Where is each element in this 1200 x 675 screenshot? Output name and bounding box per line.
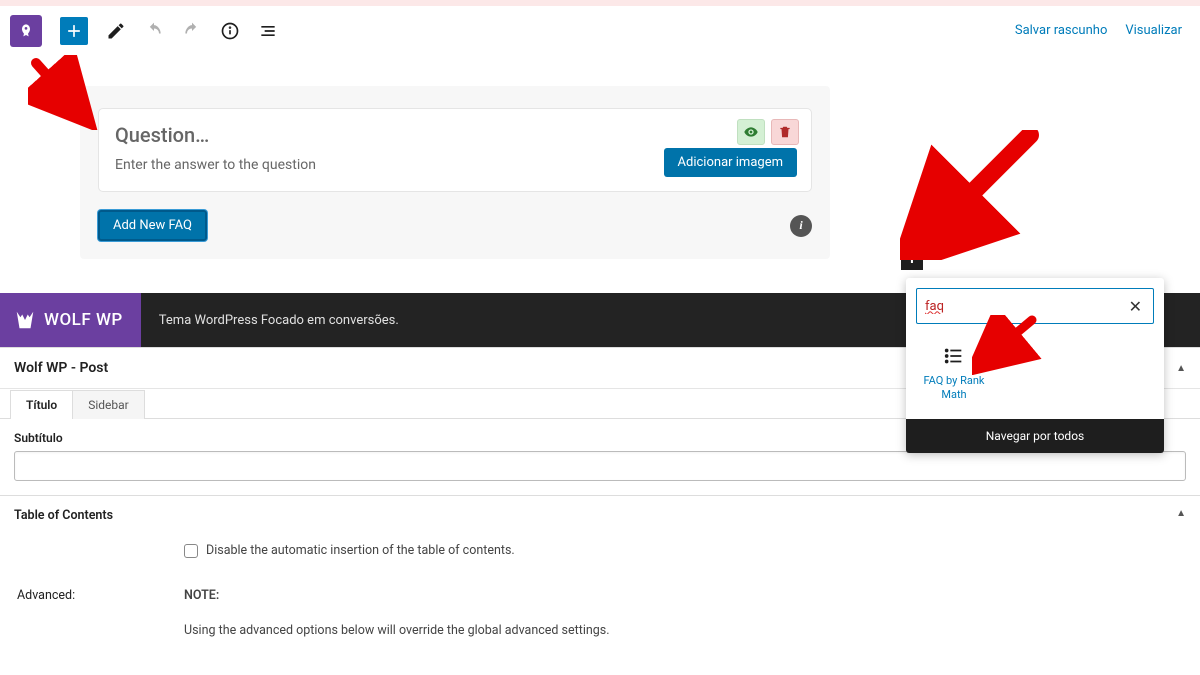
metabox-title: Wolf WP - Post bbox=[14, 360, 108, 376]
trash-icon bbox=[778, 125, 792, 139]
toc-header[interactable]: Table of Contents ▲ bbox=[0, 496, 1200, 535]
toc-disable-checkbox[interactable] bbox=[184, 544, 198, 558]
wolf-tagline: Tema WordPress Focado em conversões. bbox=[141, 313, 399, 328]
block-item-label: FAQ by Rank Math bbox=[914, 374, 994, 403]
inserter-clear-button[interactable]: ✕ bbox=[1126, 297, 1145, 316]
faq-delete-button[interactable] bbox=[771, 119, 799, 145]
tab-sidebar[interactable]: Sidebar bbox=[72, 390, 145, 419]
rocket-icon bbox=[18, 23, 34, 39]
caret-up-icon: ▲ bbox=[1176, 508, 1186, 523]
wolf-wp-logo-area: WOLF WP bbox=[0, 293, 141, 347]
faq-info-button[interactable]: i bbox=[790, 215, 812, 237]
toc-disable-row: Disable the automatic insertion of the t… bbox=[14, 543, 1186, 558]
advanced-note-text: Using the advanced options below will ov… bbox=[184, 623, 610, 638]
redo-icon bbox=[182, 21, 202, 41]
info-icon bbox=[220, 21, 240, 41]
undo-icon bbox=[144, 21, 164, 41]
subtitulo-input[interactable] bbox=[14, 451, 1186, 481]
caret-up-icon: ▲ bbox=[1176, 363, 1186, 374]
editor-toolbar: Salvar rascunho Visualizar bbox=[0, 6, 1200, 56]
inserter-search-input[interactable] bbox=[925, 299, 1126, 314]
advanced-label: Advanced: bbox=[14, 588, 184, 638]
toc-title: Table of Contents bbox=[14, 508, 113, 523]
outline-button[interactable] bbox=[256, 19, 280, 43]
browse-all-button[interactable]: Navegar por todos bbox=[906, 419, 1164, 453]
block-item-faq-rankmath[interactable]: FAQ by Rank Math bbox=[914, 342, 994, 403]
advanced-note-label: NOTE: bbox=[184, 588, 610, 603]
faq-block[interactable]: Question… Enter the answer to the questi… bbox=[80, 86, 830, 259]
redo-button[interactable] bbox=[180, 19, 204, 43]
wolf-brand-text: WOLF WP bbox=[44, 310, 123, 330]
inline-inserter-button[interactable]: + bbox=[901, 248, 923, 270]
eye-icon bbox=[743, 124, 759, 140]
add-image-button[interactable]: Adicionar imagem bbox=[664, 148, 797, 177]
preview-link[interactable]: Visualizar bbox=[1125, 23, 1182, 38]
inserter-search-field[interactable]: ✕ bbox=[916, 288, 1154, 324]
info-button[interactable] bbox=[218, 19, 242, 43]
faq-list-icon bbox=[943, 345, 965, 367]
toc-disable-label: Disable the automatic insertion of the t… bbox=[206, 543, 515, 558]
list-icon bbox=[258, 21, 278, 41]
faq-question-input[interactable]: Question… bbox=[115, 123, 795, 147]
faq-item-card: Question… Enter the answer to the questi… bbox=[98, 108, 812, 192]
wolf-icon bbox=[14, 309, 36, 331]
tab-titulo[interactable]: Título bbox=[10, 390, 73, 419]
add-new-faq-button[interactable]: Add New FAQ bbox=[98, 210, 207, 241]
add-block-button[interactable] bbox=[60, 17, 88, 45]
site-logo-button[interactable] bbox=[10, 15, 42, 47]
toc-metabox: Table of Contents ▲ Disable the automati… bbox=[0, 495, 1200, 656]
save-draft-link[interactable]: Salvar rascunho bbox=[1015, 23, 1108, 38]
editor-canvas: Question… Enter the answer to the questi… bbox=[0, 56, 1200, 259]
block-inserter-popover: ✕ FAQ by Rank Math Navegar por todos bbox=[906, 278, 1164, 453]
plus-icon bbox=[64, 21, 84, 41]
pencil-icon bbox=[106, 21, 126, 41]
edit-tool-button[interactable] bbox=[104, 19, 128, 43]
faq-visibility-button[interactable] bbox=[737, 119, 765, 145]
undo-button[interactable] bbox=[142, 19, 166, 43]
